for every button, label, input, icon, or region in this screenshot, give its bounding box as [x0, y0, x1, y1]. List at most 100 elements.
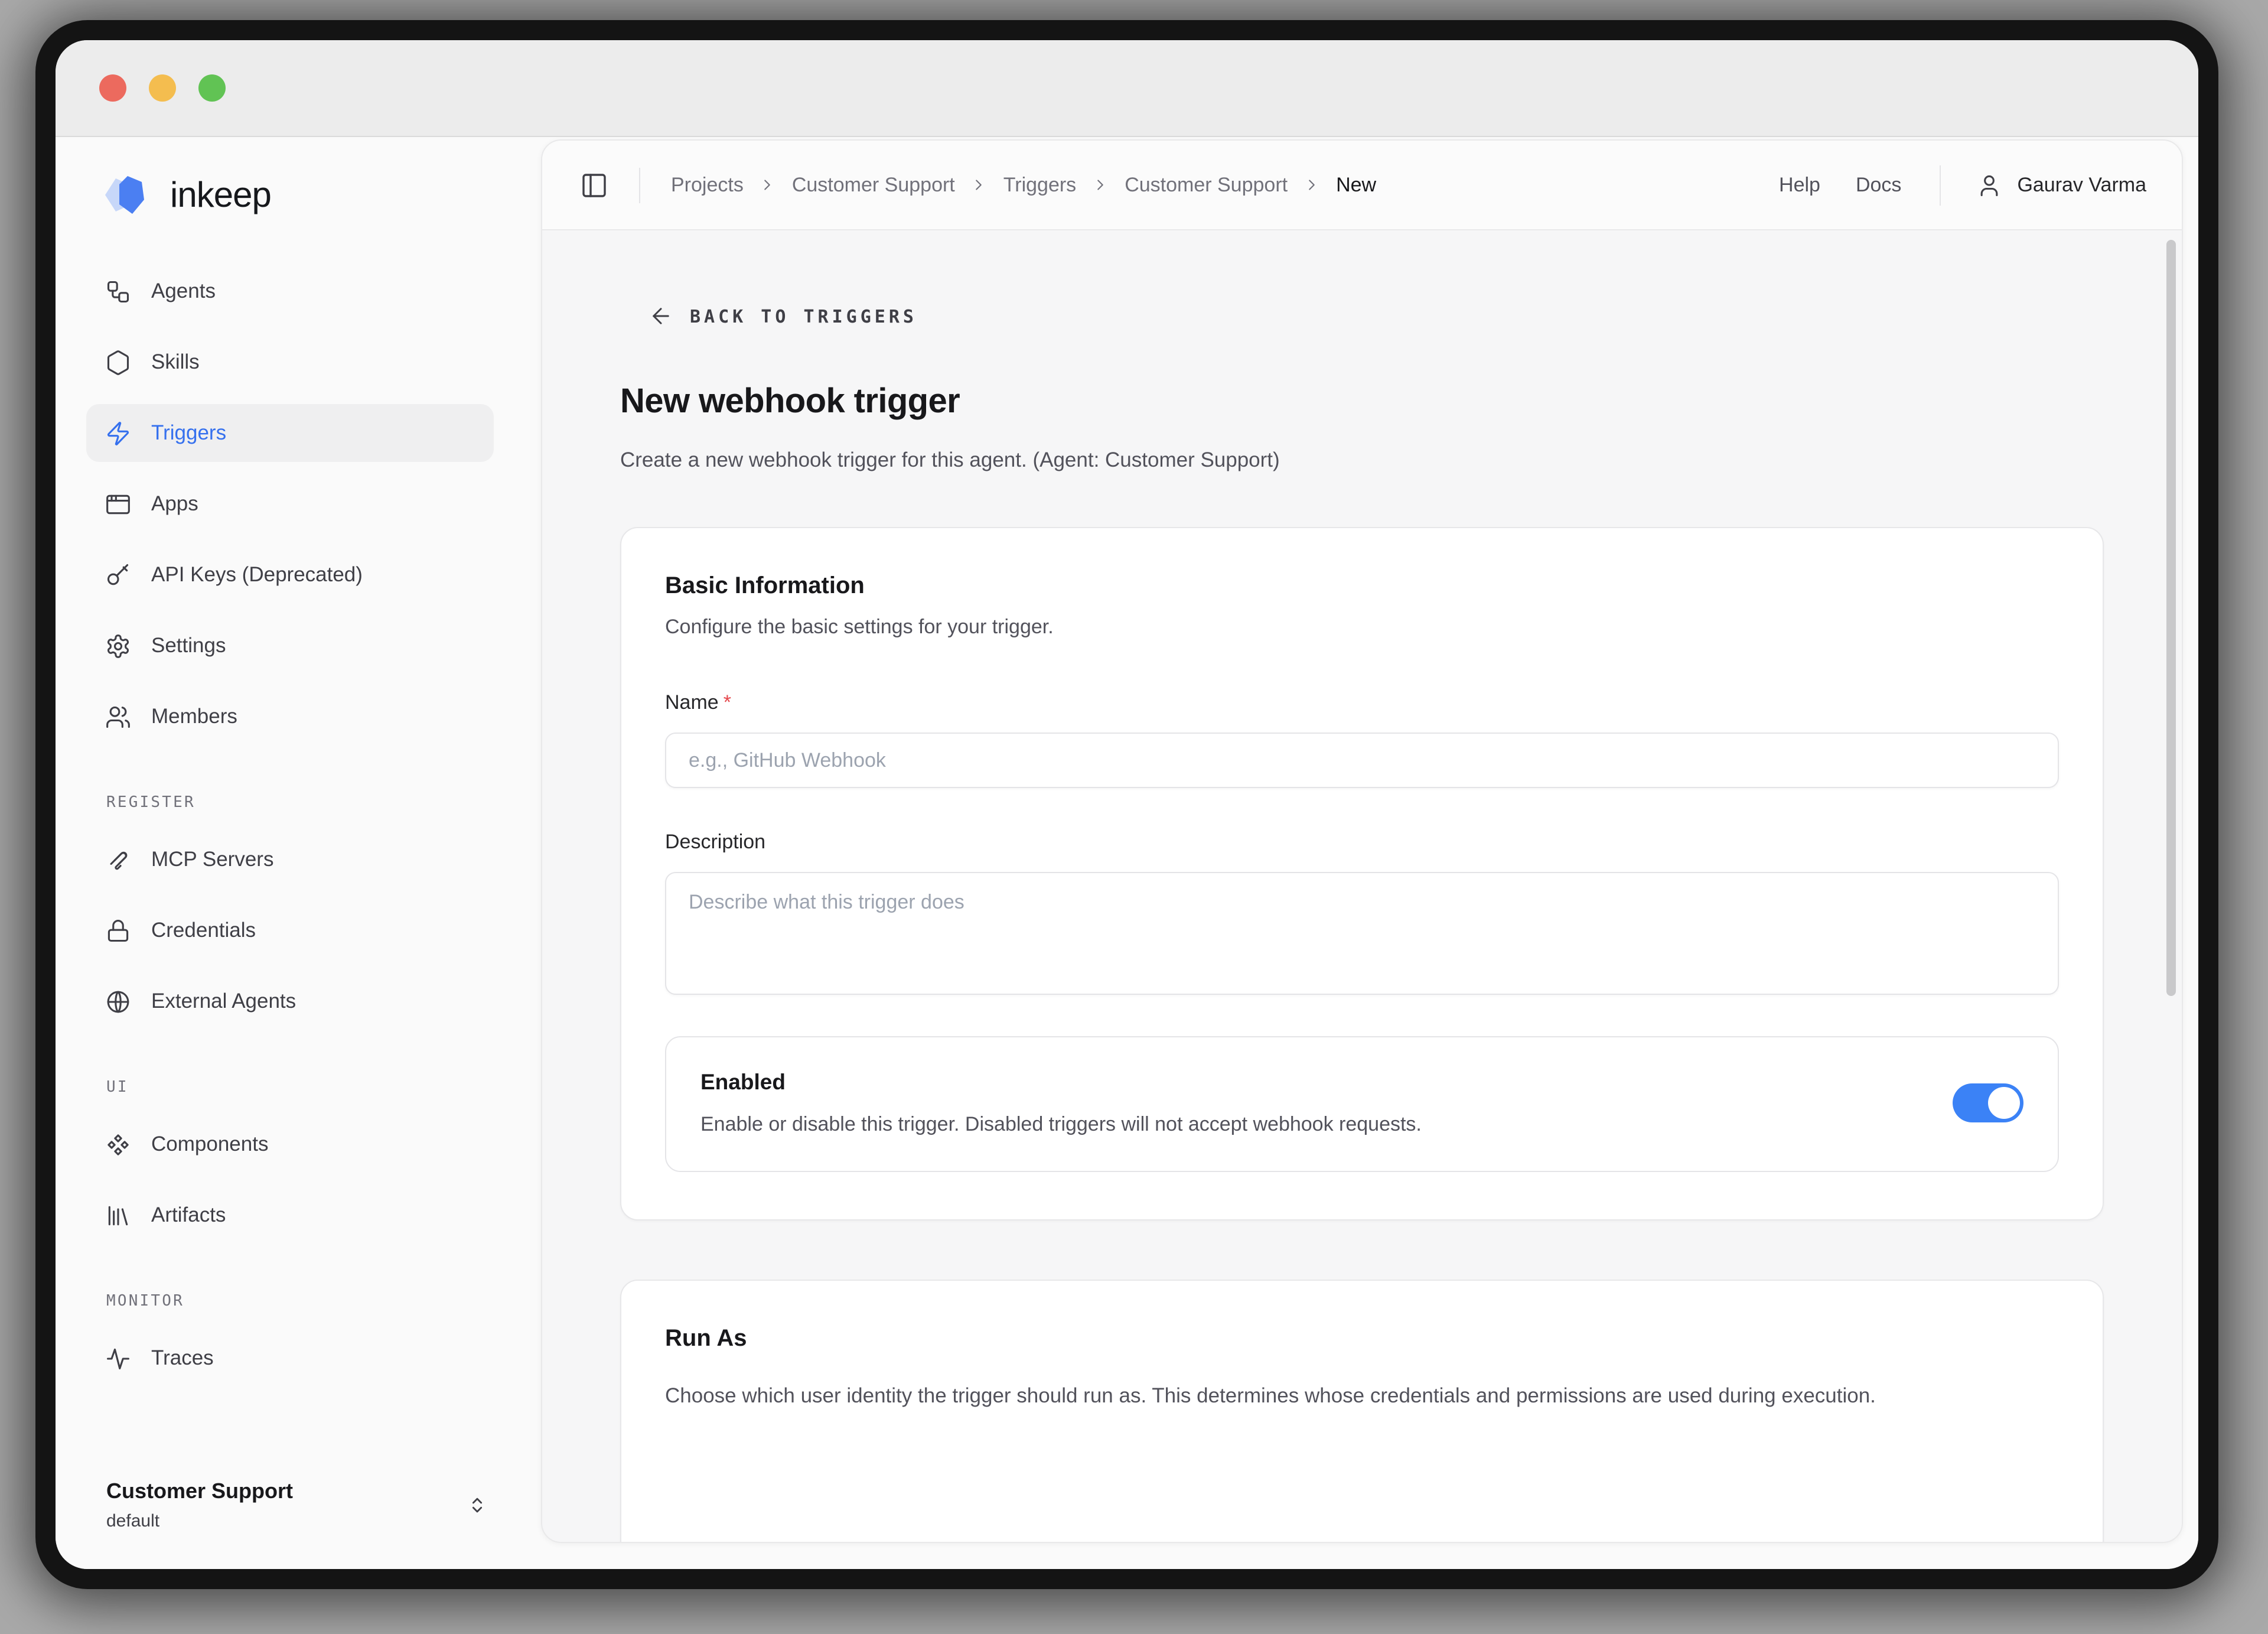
chevron-right-icon	[970, 176, 988, 194]
sidebar-item-components[interactable]: Components	[86, 1115, 494, 1173]
name-input[interactable]	[665, 733, 2059, 788]
stage: inkeep Agents Skills	[0, 0, 2268, 1634]
breadcrumb-triggers[interactable]: Triggers	[1003, 173, 1076, 197]
name-label: Name*	[665, 691, 2059, 715]
component-icon	[105, 1131, 131, 1157]
enabled-texts: Enabled Enable or disable this trigger. …	[700, 1069, 1917, 1137]
mcp-icon	[105, 847, 131, 873]
library-icon	[105, 1202, 131, 1228]
sidebar-section-monitor: MONITOR	[106, 1293, 494, 1310]
sidebar-section-ui: UI	[106, 1079, 494, 1096]
help-link[interactable]: Help	[1779, 173, 1820, 197]
description-label: Description	[665, 831, 2059, 854]
activity-icon	[105, 1345, 131, 1371]
enabled-toggle[interactable]	[1953, 1083, 2023, 1122]
breadcrumb: Projects Customer Support Triggers	[671, 173, 1744, 197]
project-name: Customer Support	[106, 1479, 465, 1504]
globe-icon	[105, 988, 131, 1014]
sidebar: inkeep Agents Skills	[56, 137, 541, 1569]
inkeep-logo-icon	[102, 171, 156, 221]
breadcrumb-customer-support-2[interactable]: Customer Support	[1125, 173, 1288, 197]
sidebar-item-agents[interactable]: Agents	[86, 262, 494, 320]
sidebar-item-members[interactable]: Members	[86, 688, 494, 746]
sidebar-item-label: Members	[151, 704, 237, 729]
titlebar	[56, 40, 2198, 137]
sidebar-item-label: API Keys (Deprecated)	[151, 562, 363, 587]
zap-icon	[105, 420, 131, 446]
lock-icon	[105, 917, 131, 943]
sidebar-item-label: Settings	[151, 633, 226, 658]
panel-left-toggle-icon[interactable]	[580, 171, 608, 199]
sidebar-item-label: Triggers	[151, 421, 226, 445]
basic-info-heading: Basic Information	[665, 573, 2059, 600]
panel-body: BACK TO TRIGGERS New webhook trigger Cre…	[542, 230, 2182, 1542]
close-button[interactable]	[99, 74, 126, 102]
breadcrumb-new: New	[1336, 173, 1376, 197]
sidebar-item-label: Credentials	[151, 918, 256, 943]
enabled-description: Enable or disable this trigger. Disabled…	[700, 1113, 1917, 1137]
sidebar-item-triggers[interactable]: Triggers	[86, 404, 494, 462]
sidebar-item-mcp-servers[interactable]: MCP Servers	[86, 831, 494, 888]
app-window: inkeep Agents Skills	[35, 20, 2218, 1589]
sidebar-item-external-agents[interactable]: External Agents	[86, 972, 494, 1030]
key-icon	[105, 562, 131, 588]
gear-icon	[105, 633, 131, 659]
main-panel: Projects Customer Support Triggers	[541, 139, 2183, 1543]
chevron-right-icon	[1091, 176, 1109, 194]
chevrons-up-down-icon	[465, 1493, 489, 1517]
sidebar-section-register: REGISTER	[106, 794, 494, 812]
basic-information-card: Basic Information Configure the basic se…	[620, 527, 2104, 1220]
run-as-description: Choose which user identity the trigger s…	[665, 1376, 2059, 1415]
sidebar-item-label: Artifacts	[151, 1203, 226, 1228]
panel-header: Projects Customer Support Triggers	[542, 141, 2182, 230]
enabled-title: Enabled	[700, 1069, 1917, 1095]
breadcrumb-projects[interactable]: Projects	[671, 173, 744, 197]
sidebar-item-apps[interactable]: Apps	[86, 475, 494, 533]
hexagon-icon	[105, 349, 131, 375]
workflow-icon	[105, 278, 131, 304]
sidebar-item-label: Agents	[151, 279, 216, 304]
window-chrome: inkeep Agents Skills	[56, 40, 2198, 1569]
basic-info-description: Configure the basic settings for your tr…	[665, 616, 2059, 639]
sidebar-item-label: Components	[151, 1132, 268, 1157]
sidebar-item-label: MCP Servers	[151, 847, 273, 872]
inkeep-wordmark: inkeep	[170, 176, 271, 216]
sidebar-item-settings[interactable]: Settings	[86, 617, 494, 675]
breadcrumb-customer-support[interactable]: Customer Support	[792, 173, 955, 197]
project-switcher-texts: Customer Support default	[106, 1479, 465, 1531]
sidebar-item-traces[interactable]: Traces	[86, 1329, 494, 1387]
arrow-left-icon	[649, 304, 673, 328]
zoom-button[interactable]	[198, 74, 226, 102]
sidebar-item-credentials[interactable]: Credentials	[86, 901, 494, 959]
toggle-knob	[1988, 1087, 2020, 1119]
chevron-right-icon	[759, 176, 777, 194]
sidebar-item-artifacts[interactable]: Artifacts	[86, 1186, 494, 1244]
sidebar-item-api-keys[interactable]: API Keys (Deprecated)	[86, 546, 494, 604]
header-divider	[639, 167, 640, 203]
sidebar-item-label: Traces	[151, 1346, 214, 1371]
description-textarea[interactable]	[665, 872, 2059, 995]
content-scrollbar[interactable]	[2166, 240, 2176, 996]
user-menu[interactable]: Gaurav Varma	[1976, 172, 2146, 198]
docs-link[interactable]: Docs	[1856, 173, 1901, 197]
user-icon	[1976, 172, 2002, 198]
run-as-card: Run As Choose which user identity the tr…	[620, 1280, 2104, 1542]
sidebar-item-label: Apps	[151, 491, 198, 516]
enabled-setting-card: Enabled Enable or disable this trigger. …	[665, 1036, 2059, 1172]
run-as-heading: Run As	[665, 1326, 2059, 1353]
inkeep-logo[interactable]: inkeep	[86, 158, 494, 234]
minimize-button[interactable]	[149, 74, 176, 102]
page-subtitle: Create a new webhook trigger for this ag…	[620, 448, 2182, 473]
back-to-triggers-link[interactable]: BACK TO TRIGGERS	[649, 304, 2182, 328]
app-area: inkeep Agents Skills	[56, 137, 2198, 1569]
sidebar-item-label: Skills	[151, 350, 200, 375]
chevron-right-icon	[1303, 176, 1321, 194]
sidebar-item-skills[interactable]: Skills	[86, 333, 494, 391]
required-marker: *	[724, 691, 731, 714]
sidebar-item-label: External Agents	[151, 989, 296, 1014]
user-name: Gaurav Varma	[2017, 173, 2146, 197]
project-switcher[interactable]: Customer Support default	[86, 1479, 494, 1538]
page-title: New webhook trigger	[620, 383, 2182, 422]
users-icon	[105, 704, 131, 730]
back-link-label: BACK TO TRIGGERS	[690, 305, 917, 327]
